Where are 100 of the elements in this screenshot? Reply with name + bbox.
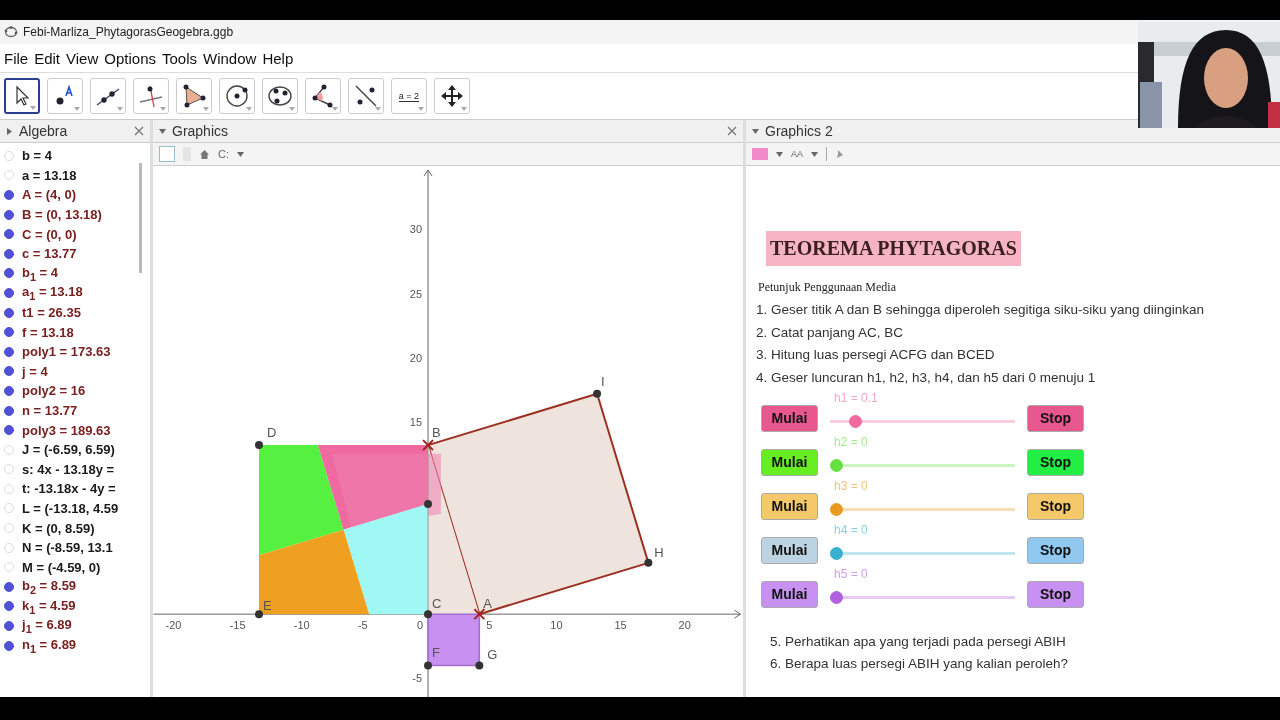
algebra-entry[interactable]: poly2 = 16 [22,383,86,399]
close-icon[interactable] [727,126,737,136]
instruction-text: 5. Perhatikan apa yang terjadi pada persegi ABIH [769,633,1067,651]
font-size-dropdown[interactable]: AA [791,149,803,159]
color-swatch[interactable] [752,148,768,160]
slider-thumb[interactable] [830,502,843,516]
visibility-dot[interactable] [4,385,14,396]
algebra-entry[interactable]: s: 4x - 13.18y = [22,461,115,477]
caret-icon[interactable] [159,127,166,135]
axis-tick-label: 15 [409,415,423,428]
tool-button[interactable] [4,78,40,114]
point[interactable] [593,389,602,398]
menu-item[interactable]: Tools [162,49,197,67]
algebra-entry[interactable]: M = (-4.59, 0) [22,559,101,575]
visibility-dot[interactable] [4,287,14,298]
algebra-entry[interactable]: A = (4, 0) [22,187,77,203]
algebra-entry[interactable]: poly1 = 173.63 [22,344,111,360]
visibility-dot[interactable] [4,581,14,592]
stop-button[interactable]: Stop [1027,492,1084,520]
point[interactable] [424,500,433,508]
point[interactable] [644,558,653,567]
slider-label: h1 = 0.1 [834,391,878,405]
slider-thumb[interactable] [848,414,862,428]
visibility-dot[interactable] [4,366,14,377]
algebra-entry[interactable]: a$_{1}$ = 13.18 [22,284,83,302]
scrollbar[interactable] [139,163,142,273]
point[interactable] [255,441,263,450]
point[interactable] [255,610,263,619]
algebra-entry[interactable]: b$_{1}$ = 4 [22,264,59,283]
point[interactable] [424,610,433,619]
square-abih[interactable] [426,392,650,616]
stop-button[interactable]: Stop [1027,580,1084,608]
algebra-entry[interactable]: b$_{2}$ = 8.59 [22,578,77,596]
menu-item[interactable]: Options [104,49,156,67]
menu-item[interactable]: View [66,49,99,67]
visibility-dot[interactable] [4,601,14,612]
axes-toggle-icon[interactable] [159,146,175,162]
algebra-entry[interactable]: L = (-13.18, 4.59 [22,501,119,516]
algebra-entry[interactable]: n = 13.77 [22,403,78,418]
menu-item[interactable]: Window [203,49,257,67]
visibility-dot[interactable] [4,640,14,651]
visibility-dot[interactable] [4,248,14,259]
slider-thumb[interactable] [830,590,843,604]
slider-thumb[interactable] [830,546,843,560]
algebra-entry[interactable]: t: -13.18x - 4y = [22,481,116,497]
slider-thumb[interactable] [830,458,843,472]
point-capture-dropdown[interactable]: C: [218,148,229,160]
algebra-entry[interactable]: k$_{1}$ = 4.59 [22,597,76,616]
algebra-entry[interactable]: j$_{1}$ = 6.89 [22,617,72,635]
visibility-dot[interactable] [4,209,14,220]
stop-button[interactable]: Stop [1027,448,1084,476]
visibility-dot[interactable] [4,229,14,240]
start-button[interactable]: Mulai [761,404,818,432]
visibility-dot[interactable] [4,268,14,279]
algebra-entry[interactable]: C = (0, 0) [22,226,77,242]
point[interactable] [424,661,433,670]
algebra-entry[interactable]: t1 = 26.35 [22,305,81,321]
collapse-icon[interactable] [6,127,13,135]
algebra-entry[interactable]: f = 13.18 [22,324,74,340]
algebra-entry[interactable]: B = (0, 13.18) [22,207,102,223]
visibility-dot[interactable] [4,190,14,200]
start-button[interactable]: Mulai [761,580,818,608]
caret-icon[interactable] [752,127,759,135]
algebra-entry[interactable]: N = (-8.59, 13.1 [22,540,113,556]
stop-button[interactable]: Stop [1027,536,1084,564]
home-icon[interactable] [199,148,210,160]
visibility-dot[interactable] [4,405,14,416]
visibility-dot[interactable] [4,346,14,357]
point[interactable] [475,661,484,670]
algebra-entry[interactable]: poly3 = 189.63 [22,422,111,438]
close-icon[interactable] [134,126,144,136]
algebra-entry[interactable]: K = (0, 8.59) [22,520,95,536]
menu-item[interactable]: File [4,49,29,67]
caret-icon[interactable] [237,150,244,158]
circle-icon [224,83,250,109]
start-button[interactable]: Mulai [761,536,818,564]
stop-button[interactable]: Stop [1027,404,1084,432]
algebra-entry[interactable]: J = (-6.59, 6.59) [22,442,115,458]
algebra-entry[interactable]: b = 4 [22,148,52,164]
cross-point-icon[interactable] [473,608,486,621]
point-label: A [483,596,492,612]
menu-item[interactable]: Edit [34,49,61,67]
square-acfg[interactable] [427,613,481,667]
algebra-entry[interactable]: c = 13.77 [22,246,77,262]
algebra-entry[interactable]: a = 13.18 [22,167,77,183]
caret-icon[interactable] [811,150,818,158]
tool-button[interactable]: a = 2 [391,78,427,114]
visibility-dot[interactable] [4,425,14,436]
algebra-entry[interactable]: j = 4 [22,363,48,379]
axis-tick-label: 20 [409,351,423,364]
visibility-dot[interactable] [4,307,14,318]
caret-icon[interactable] [776,150,783,158]
cross-point-icon[interactable] [422,439,435,452]
algebra-entry[interactable]: n$_{1}$ = 6.89 [22,636,77,655]
start-button[interactable]: Mulai [761,492,818,520]
menu-item[interactable]: Help [262,49,294,67]
start-button[interactable]: Mulai [761,448,818,476]
visibility-dot[interactable] [4,621,14,632]
visibility-dot[interactable] [4,327,14,338]
axis-tick-label: 25 [409,287,423,300]
